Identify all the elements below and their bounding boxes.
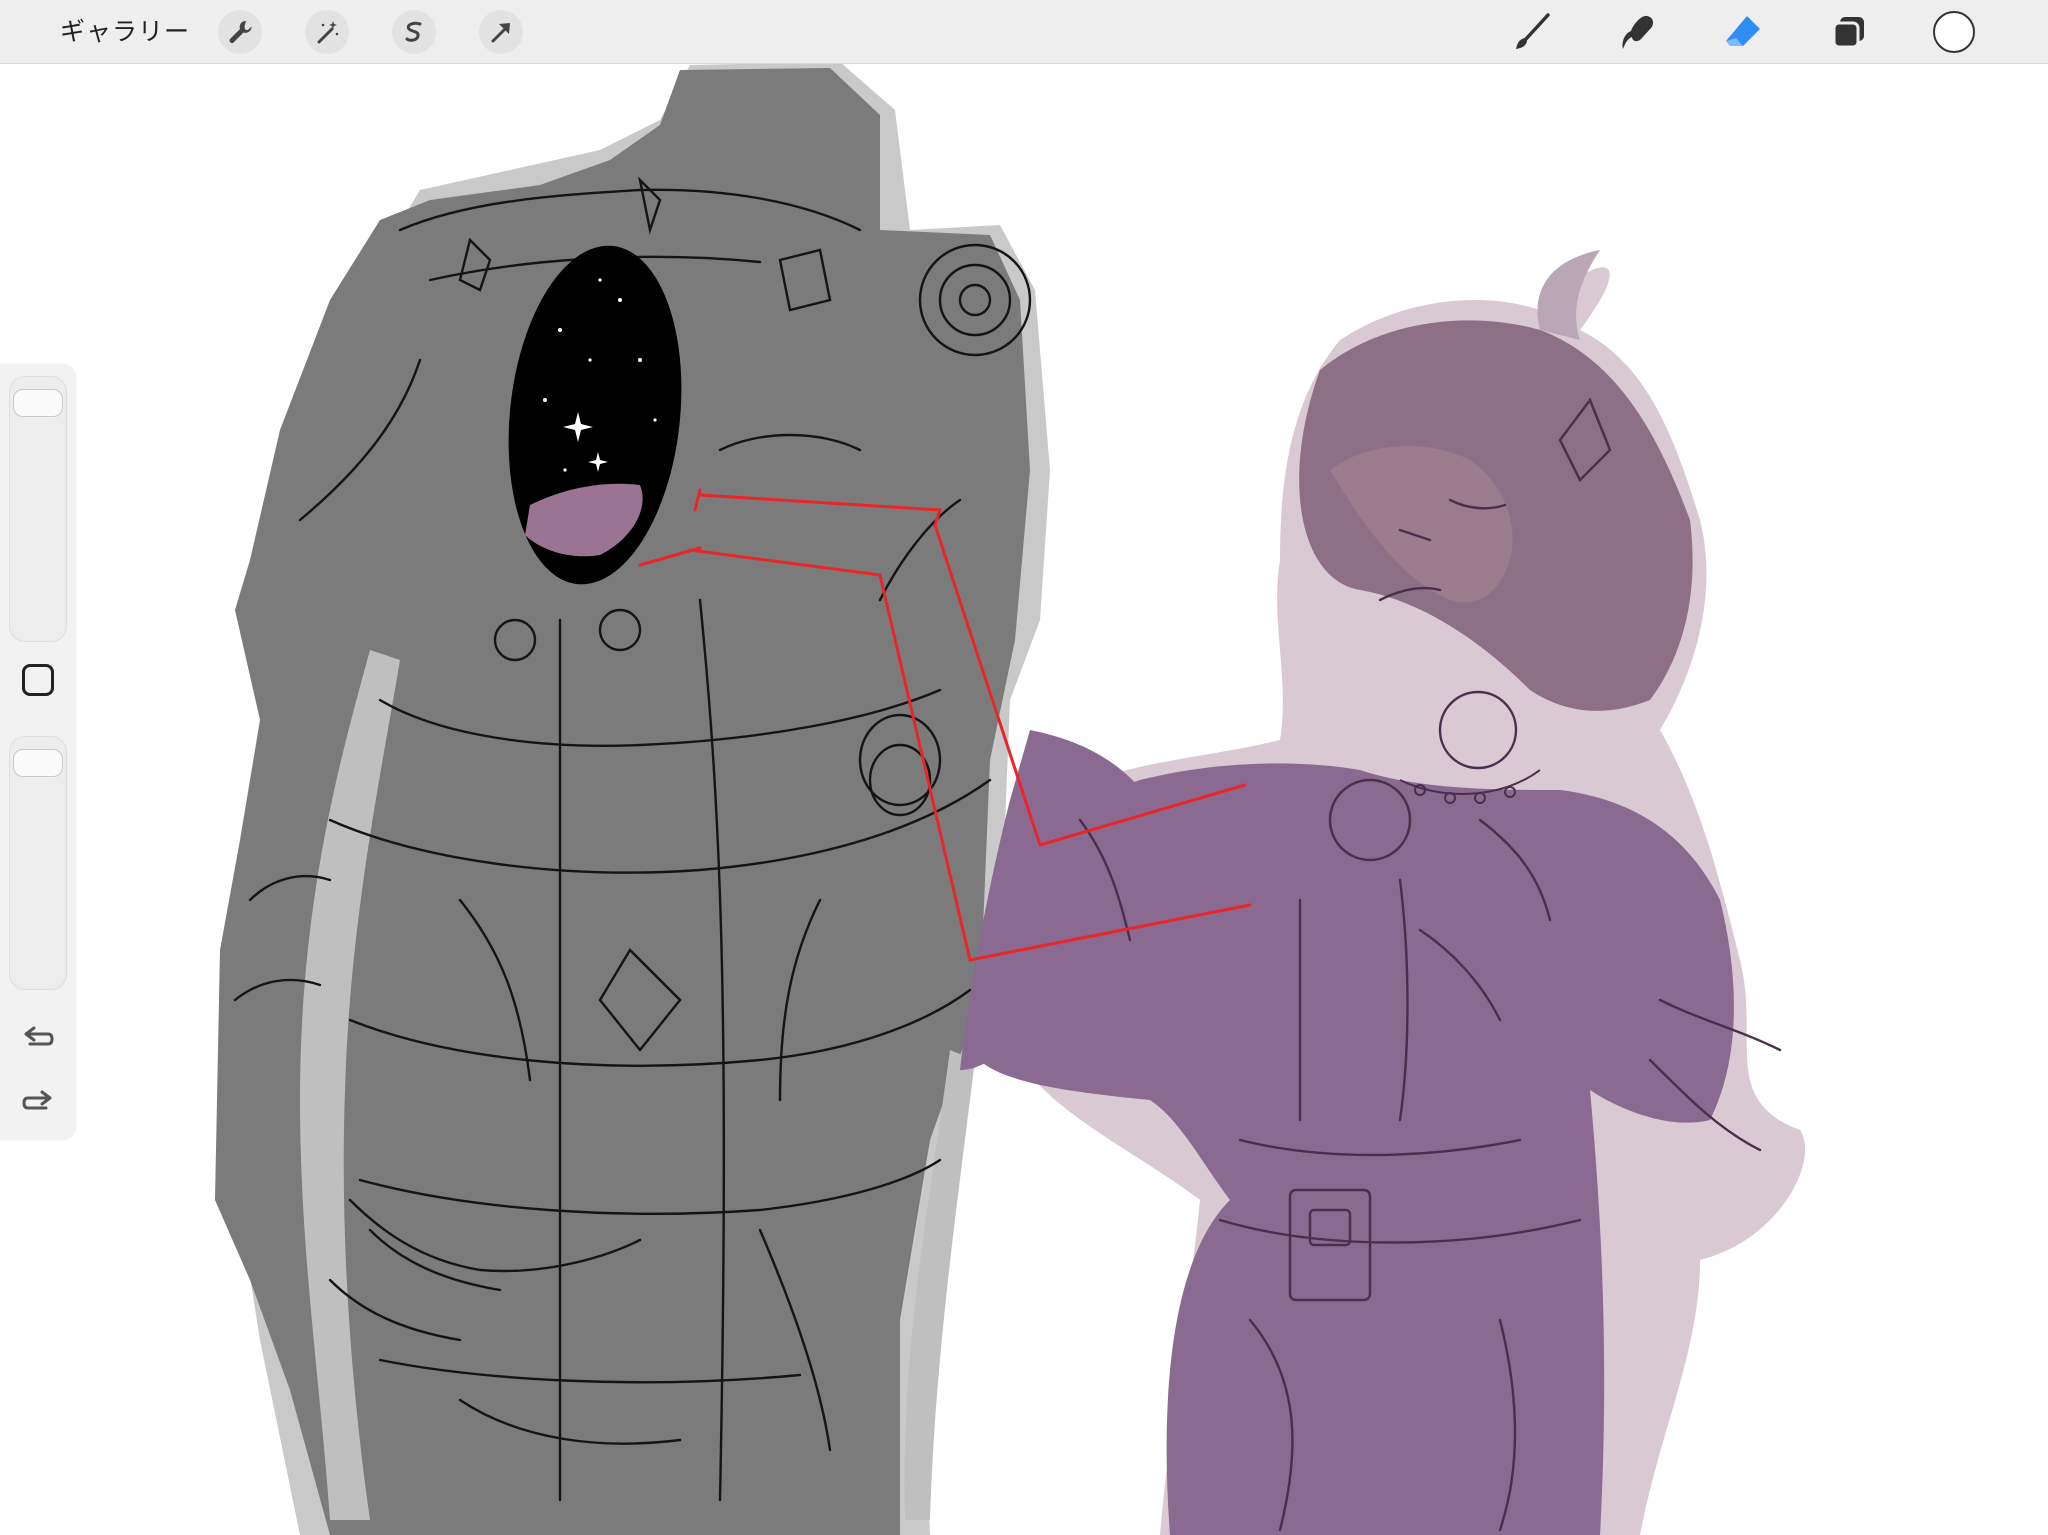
opacity-thumb[interactable] [13, 749, 63, 777]
eraser-tool-button[interactable] [1719, 8, 1767, 56]
eraser-icon [1726, 16, 1760, 46]
undo-button[interactable] [20, 1020, 56, 1056]
color-picker-button[interactable] [1933, 11, 1975, 53]
brush-icon [1516, 13, 1550, 49]
smudge-tool-button[interactable] [1614, 8, 1662, 56]
brush-size-thumb[interactable] [13, 389, 63, 417]
layers-icon [1832, 17, 1864, 49]
layers-button[interactable] [1825, 8, 1873, 56]
transform-button[interactable] [479, 10, 523, 54]
brush-size-slider[interactable] [9, 376, 67, 642]
wrench-icon [229, 20, 252, 43]
top-toolbar: ギャラリー [0, 0, 2048, 64]
transform-arrow-icon [491, 23, 510, 43]
redo-icon [22, 1090, 52, 1110]
gallery-button[interactable]: ギャラリー [60, 14, 190, 50]
drawing-canvas[interactable] [0, 64, 2048, 1535]
girl-figure [960, 250, 1805, 1535]
left-sidebar [0, 364, 76, 1140]
magic-wand-icon [317, 21, 339, 44]
selection-button[interactable] [392, 10, 436, 54]
modify-square-button[interactable] [22, 664, 54, 696]
smudge-icon [1622, 15, 1654, 49]
undo-icon [24, 1026, 54, 1046]
redo-button[interactable] [20, 1084, 56, 1120]
opacity-slider[interactable] [9, 736, 67, 990]
armored-figure [215, 64, 1050, 1535]
brush-tool-button[interactable] [1508, 8, 1556, 56]
actions-wrench-button[interactable] [218, 10, 262, 54]
selection-icon [405, 21, 422, 42]
adjustments-wand-button[interactable] [305, 10, 349, 54]
